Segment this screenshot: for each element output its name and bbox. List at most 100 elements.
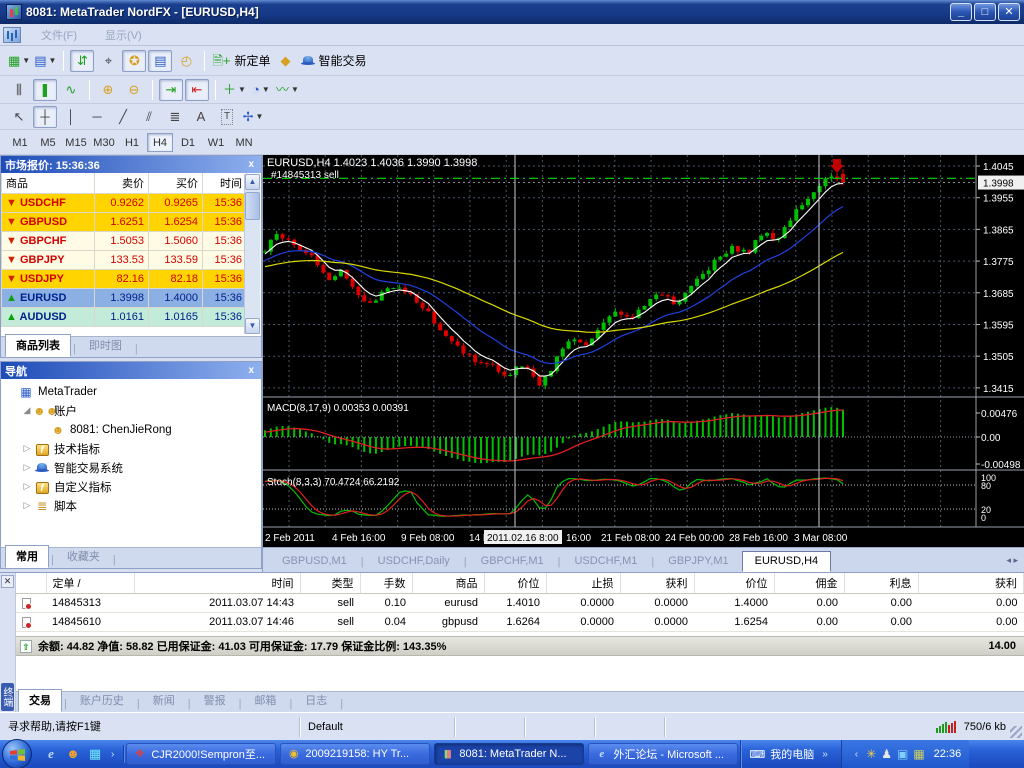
navigator-close-icon[interactable]: x [245, 365, 257, 376]
tree-item-experts[interactable]: ▷ 智能交易系统 [1, 458, 261, 477]
status-profile[interactable]: Default [300, 716, 455, 737]
terminal-vertical-tab[interactable]: 终端 [1, 683, 14, 711]
scroll-thumb[interactable] [245, 192, 260, 220]
arrows-button[interactable]: ✢ ▼ [241, 106, 265, 128]
tray-person-icon[interactable]: ♟ [881, 747, 892, 761]
expander-icon[interactable]: ◢ [21, 405, 33, 416]
order-row[interactable]: 14845610 2011.03.07 14:46 sell 0.04 gbpusd 1.… [16, 612, 1024, 632]
chart-tab-scroll-arrows[interactable]: ◂ ▸ [1006, 555, 1018, 572]
auto-scroll-button[interactable]: ⇥ [159, 78, 183, 101]
cursor-button[interactable]: ↖ [7, 106, 31, 128]
toolbar-expand-icon[interactable]: » [819, 749, 831, 760]
terminal-tab-账户历史[interactable]: 账户历史 [69, 689, 135, 712]
tick-chart-button[interactable]: ⇵ [70, 49, 95, 72]
chart-tab-USDCHF,M1[interactable]: USDCHF,M1 [561, 551, 650, 572]
orders-column-5[interactable]: 价位 [484, 573, 547, 594]
timeframe-M15[interactable]: M15 [63, 133, 89, 152]
timeframe-H1[interactable]: H1 [119, 133, 145, 152]
templates-button[interactable]: 〰 ▼ [275, 79, 300, 101]
orders-column-7[interactable]: 获利 [620, 573, 695, 594]
chart-shift-button[interactable]: ⇤ [185, 78, 209, 101]
mw-column-3[interactable]: 时间 [202, 173, 247, 194]
chart-tab-USDCHF,Daily[interactable]: USDCHF,Daily [365, 551, 463, 572]
navigator-tab-收藏夹[interactable]: 收藏夹 [56, 545, 111, 568]
tray-network-icon[interactable]: ▣ [897, 747, 908, 761]
pinyin-icon[interactable]: ▦ [86, 745, 104, 763]
market-watch-row[interactable]: ▲ AUDUSD 1.0161 1.0165 15:36 [1, 307, 247, 327]
terminal-tab-警报[interactable]: 警报 [193, 689, 237, 712]
tray-collapse-icon[interactable]: ‹ [852, 749, 861, 760]
task-button-app-gold[interactable]: ◉ 2009219158: HY Tr... [280, 743, 431, 765]
orders-column-10[interactable]: 利息 [844, 573, 919, 594]
quicklaunch-expand-icon[interactable]: › [108, 749, 117, 760]
tray-grid-icon[interactable]: ▦ [913, 747, 924, 761]
vertical-line-button[interactable]: │ [59, 106, 83, 128]
market-watch-tab-商品列表[interactable]: 商品列表 [5, 334, 71, 357]
expander-icon[interactable]: ▷ [21, 443, 33, 454]
close-button[interactable]: ✕ [998, 3, 1020, 21]
market-watch-close-icon[interactable]: x [245, 159, 257, 170]
timeframe-H4[interactable]: H4 [147, 132, 173, 152]
indicators-button[interactable]: ＋ ▼ [222, 79, 247, 101]
orders-column-2[interactable]: 类型 [300, 573, 361, 594]
terminal-tab-新闻[interactable]: 新闻 [142, 689, 186, 712]
messenger-icon[interactable]: ☻ [64, 745, 82, 763]
order-row[interactable]: 14845313 2011.03.07 14:43 sell 0.10 eurusd 1.… [16, 593, 1024, 613]
chart-window-icon[interactable] [3, 26, 21, 43]
timeframe-M1[interactable]: M1 [7, 133, 33, 152]
chart-area[interactable]: 1.4045 1.3955 1.3865 1.3775 1.3685 1.3595 1.35… [262, 155, 1024, 572]
expander-icon[interactable]: ▷ [21, 500, 33, 511]
task-button-metatrader[interactable]: ▮▮ 8081: MetaTrader N... [434, 743, 585, 765]
task-button-ie[interactable]: e 外汇论坛 - Microsoft ... [588, 743, 739, 765]
maximize-button[interactable]: □ [974, 3, 996, 21]
market-watch-row[interactable]: ▲ EURUSD 1.3998 1.4000 15:36 [1, 288, 247, 308]
chart-tab-GBPJPY,M1[interactable]: GBPJPY,M1 [655, 551, 741, 572]
chart-tab-GBPUSD,M1[interactable]: GBPUSD,M1 [269, 551, 360, 572]
orders-column-9[interactable]: 佣金 [774, 573, 845, 594]
terminal-tab-邮箱[interactable]: 邮箱 [243, 689, 287, 712]
scroll-down-icon[interactable]: ▼ [245, 318, 260, 334]
new-chart-button[interactable]: ▦ ▼ [7, 50, 31, 72]
market-watch-row[interactable]: ▼ GBPJPY 133.53 133.59 15:36 [1, 250, 247, 270]
chart-tab-GBPCHF,M1[interactable]: GBPCHF,M1 [468, 551, 557, 572]
expander-icon[interactable]: ▷ [21, 462, 33, 473]
market-watch-row[interactable]: ▼ USDCHF 0.9262 0.9265 15:36 [1, 193, 247, 213]
timeframe-W1[interactable]: W1 [203, 133, 229, 152]
text-button[interactable]: A [189, 106, 213, 128]
market-watch-row[interactable]: ▼ USDJPY 82.16 82.18 15:36 [1, 269, 247, 289]
eurusd-h4-chart[interactable]: 1.4045 1.3955 1.3865 1.3775 1.3685 1.3595 1.35… [263, 155, 1024, 547]
orders-column-11[interactable]: 获利 [918, 573, 1024, 594]
new-order-button[interactable]: 🗎+ 新定单 [211, 50, 271, 72]
orders-column-1[interactable]: 时间 [134, 573, 301, 594]
trendline-button[interactable]: ╱ [111, 106, 135, 128]
timeframe-M30[interactable]: M30 [91, 133, 117, 152]
terminal-tab-日志[interactable]: 日志 [294, 689, 338, 712]
horizontal-line-button[interactable]: ─ [85, 106, 109, 128]
tree-item-scripts[interactable]: ▷ ≣ 脚本 [1, 496, 261, 515]
tree-item-accounts[interactable]: ◢ ☻☻ 账户 [1, 401, 261, 420]
orders-column-3[interactable]: 手数 [360, 573, 413, 594]
tree-item-custom-indicators[interactable]: ▷ f 自定义指标 [1, 477, 261, 496]
menu-文件(F)[interactable]: 文件(F) [27, 28, 91, 44]
expander-icon[interactable]: ▷ [21, 481, 33, 492]
market-watch-scrollbar[interactable]: ▲ ▼ [244, 174, 260, 334]
line-chart-button[interactable]: ∿ [59, 79, 83, 101]
profiles-button[interactable]: ▤ ▼ [33, 50, 57, 72]
equidistant-channel-button[interactable]: ⫽ [137, 106, 161, 128]
timeframe-MN[interactable]: MN [231, 133, 257, 152]
mw-column-1[interactable]: 卖价 [94, 173, 149, 194]
crosshair-button[interactable]: ┼ [33, 105, 57, 128]
terminal-toggle-button[interactable]: ▤ [148, 49, 173, 72]
menu-显示(V)[interactable]: 显示(V) [91, 28, 156, 44]
text-label-button[interactable]: T [215, 106, 239, 128]
chart-tab-EURUSD,H4[interactable]: EURUSD,H4 [741, 551, 832, 572]
zoom-in-button[interactable]: ⊕ [96, 79, 120, 101]
task-button-app-red[interactable]: ❖ CJR2000!Sempron至... [126, 743, 277, 765]
fibonacci-button[interactable]: ≣ [163, 106, 187, 128]
scroll-up-icon[interactable]: ▲ [245, 174, 260, 190]
periods-button[interactable]: ◔ ▼ [249, 79, 273, 101]
orders-column-4[interactable]: 商品 [412, 573, 485, 594]
strategy-tester-button[interactable]: ◴ [174, 50, 198, 72]
ie-quicklaunch-icon[interactable]: e [42, 745, 60, 763]
start-button[interactable] [2, 739, 32, 768]
